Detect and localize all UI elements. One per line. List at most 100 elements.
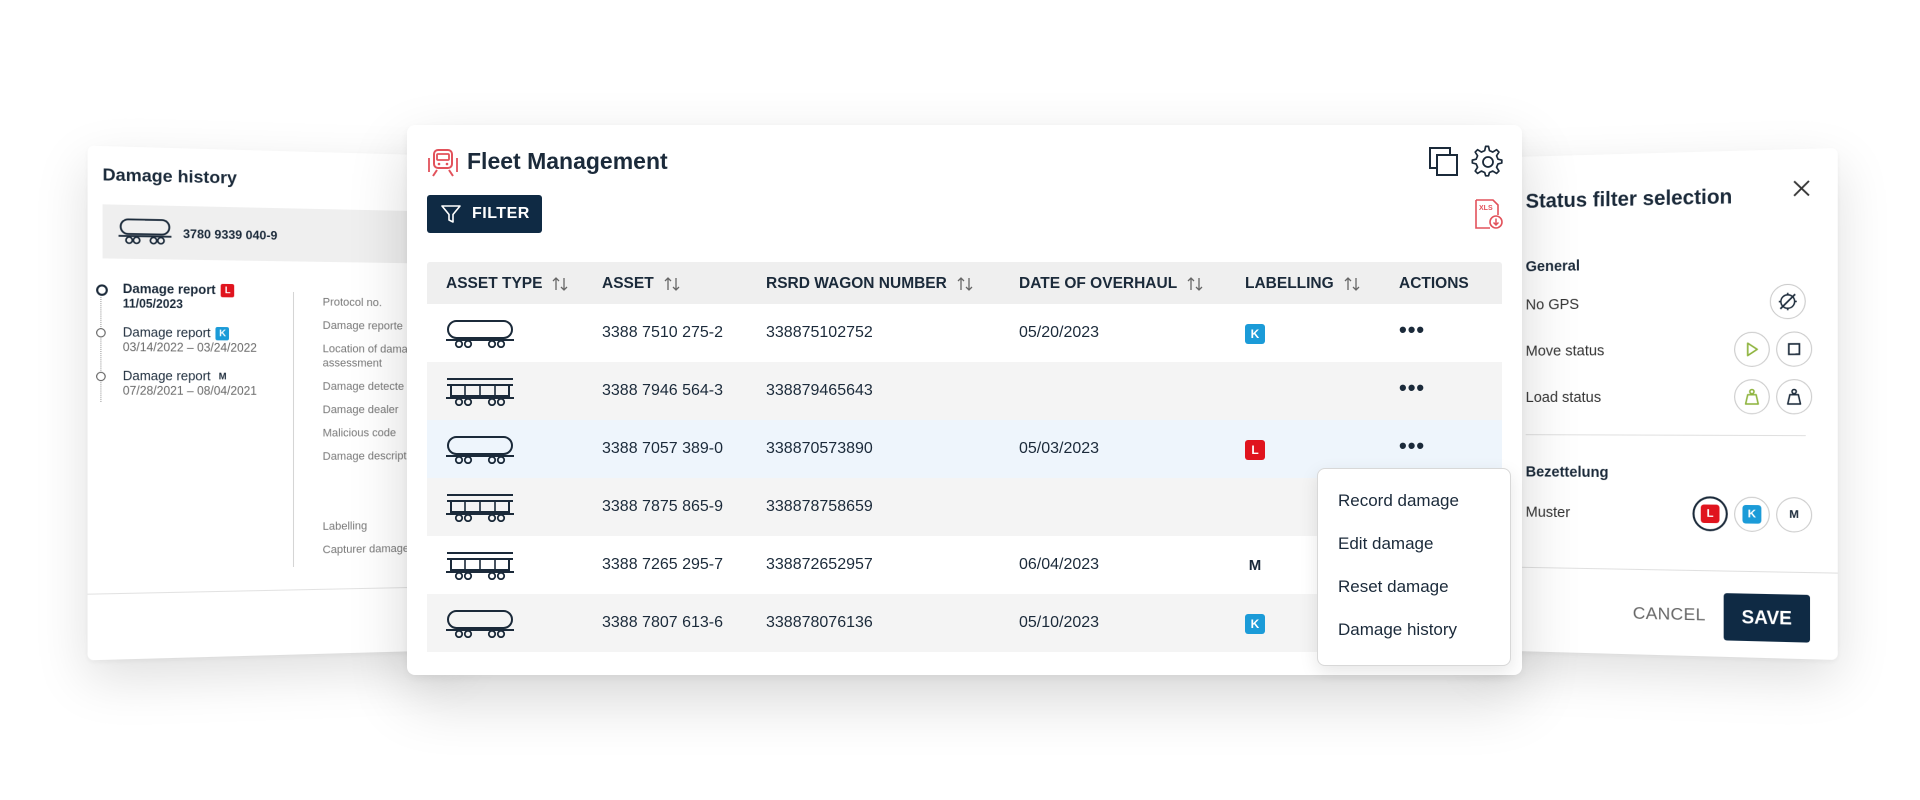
field-label: Labelling bbox=[322, 520, 368, 533]
rsrd-cell: 338878076136 bbox=[766, 614, 873, 631]
timeline-item[interactable]: Damage report L 11/05/2023 bbox=[96, 281, 291, 312]
move-status-stopped-toggle[interactable] bbox=[1776, 331, 1813, 367]
column-label: LABELLING bbox=[1245, 275, 1334, 292]
field-label: assessment bbox=[322, 357, 382, 370]
overhaul-cell: 05/10/2023 bbox=[1019, 614, 1100, 631]
move-status-label: Move status bbox=[1525, 343, 1605, 360]
column-label: RSRD WAGON NUMBER bbox=[766, 275, 947, 292]
tank-wagon-icon bbox=[446, 436, 514, 464]
field-label: Capturer damage bbox=[322, 542, 409, 557]
label-badge: K bbox=[1245, 324, 1265, 344]
play-icon bbox=[1744, 341, 1761, 358]
weight-loaded-icon bbox=[1742, 387, 1761, 406]
damage-history-panel: Damage history 3780 9339 040-9 Damage re… bbox=[87, 145, 459, 661]
muster-k-toggle[interactable]: K bbox=[1734, 496, 1770, 533]
sort-icon[interactable] bbox=[957, 277, 973, 291]
damage-timeline: Damage report L 11/05/2023 Damage report K… bbox=[96, 281, 291, 412]
panel-footer-divider bbox=[87, 586, 458, 595]
filter-button[interactable]: FILTER bbox=[427, 195, 542, 233]
column-asset-type[interactable]: ASSET TYPE bbox=[446, 275, 568, 293]
row-actions-button[interactable]: ••• bbox=[1399, 377, 1425, 399]
timeline-item-title: Damage report bbox=[122, 368, 211, 384]
sort-icon[interactable] bbox=[552, 277, 568, 291]
bezettelung-heading: Bezettelung bbox=[1525, 464, 1609, 482]
sort-icon[interactable] bbox=[1344, 277, 1360, 291]
damage-history-asset: 3780 9339 040-9 bbox=[102, 204, 459, 264]
row-actions-button[interactable]: ••• bbox=[1399, 319, 1425, 341]
timeline-item-date: 03/14/2022 – 03/24/2022 bbox=[122, 341, 257, 355]
xls-export-icon[interactable]: XLS bbox=[1473, 198, 1503, 230]
asset-cell: 3388 7057 389-0 bbox=[602, 440, 723, 457]
field-label: Damage dealer bbox=[322, 404, 399, 417]
field-label: Damage reporte bbox=[322, 319, 403, 333]
stop-icon bbox=[1787, 342, 1802, 357]
column-asset[interactable]: ASSET bbox=[602, 275, 680, 293]
label-badge: L bbox=[1245, 440, 1265, 460]
menu-item-record-damage[interactable]: Record damage bbox=[1338, 491, 1459, 511]
muster-m-toggle[interactable]: M bbox=[1776, 497, 1813, 533]
overhaul-cell: 05/03/2023 bbox=[1019, 440, 1100, 457]
no-gps-toggle[interactable] bbox=[1769, 283, 1806, 320]
table-row[interactable]: 3388 7510 275-2 338875102752 05/20/2023 … bbox=[427, 304, 1502, 362]
row-actions-button[interactable]: ••• bbox=[1399, 435, 1425, 457]
column-label: ACTIONS bbox=[1399, 275, 1469, 292]
timeline-line bbox=[100, 287, 102, 402]
asset-cell: 3388 7807 613-6 bbox=[602, 614, 723, 631]
general-heading: General bbox=[1525, 258, 1580, 276]
muster-l-toggle[interactable]: L bbox=[1692, 496, 1728, 532]
table-header: ASSET TYPE ASSET RSRD WAGON NUMBER DATE … bbox=[427, 262, 1502, 304]
hopper-wagon-icon bbox=[446, 552, 514, 580]
timeline-item-title: Damage report bbox=[122, 325, 211, 341]
close-icon[interactable] bbox=[1789, 176, 1814, 201]
footer-divider bbox=[1478, 566, 1838, 574]
asset-cell: 3388 7510 275-2 bbox=[602, 324, 723, 341]
column-date-of-overhaul[interactable]: DATE OF OVERHAUL bbox=[1019, 275, 1203, 293]
rsrd-cell: 338872652957 bbox=[766, 556, 873, 573]
timeline-dot bbox=[96, 284, 108, 296]
move-status-moving-toggle[interactable] bbox=[1734, 331, 1770, 367]
row-actions-menu: Record damage Edit damage Reset damage D… bbox=[1317, 468, 1511, 666]
field-label: Damage descript bbox=[322, 450, 407, 463]
train-logo-icon bbox=[428, 149, 458, 177]
gear-icon[interactable] bbox=[1471, 145, 1505, 179]
timeline-item-date: 07/28/2021 – 08/04/2021 bbox=[122, 385, 257, 398]
cancel-button[interactable]: CANCEL bbox=[1633, 603, 1706, 625]
rsrd-cell: 338875102752 bbox=[766, 324, 873, 341]
timeline-item[interactable]: Damage report K 03/14/2022 – 03/24/2022 bbox=[96, 325, 291, 355]
xls-label: XLS bbox=[1479, 205, 1493, 212]
table-row[interactable]: 3388 7946 564-3 338879465643 ••• bbox=[427, 362, 1502, 420]
asset-cell: 3388 7875 865-9 bbox=[602, 498, 723, 515]
load-status-empty-toggle[interactable] bbox=[1776, 379, 1813, 415]
column-label: ASSET bbox=[602, 275, 654, 292]
column-actions: ACTIONS bbox=[1399, 275, 1469, 293]
hopper-wagon-icon bbox=[446, 378, 514, 406]
menu-item-reset-damage[interactable]: Reset damage bbox=[1338, 577, 1449, 597]
rsrd-cell: 338878758659 bbox=[766, 498, 873, 515]
label-k-badge: K bbox=[1742, 504, 1762, 524]
load-status-loaded-toggle[interactable] bbox=[1734, 379, 1770, 415]
window-toggle-icon[interactable] bbox=[1427, 145, 1461, 179]
timeline-dot bbox=[96, 371, 106, 382]
sort-icon[interactable] bbox=[1187, 277, 1203, 291]
weight-empty-icon bbox=[1785, 387, 1804, 406]
rsrd-cell: 338879465643 bbox=[766, 382, 873, 399]
load-status-label: Load status bbox=[1525, 389, 1602, 407]
no-gps-icon bbox=[1777, 291, 1798, 312]
tank-wagon-icon bbox=[117, 215, 172, 245]
sort-icon[interactable] bbox=[664, 277, 680, 291]
damage-history-title: Damage history bbox=[102, 164, 237, 188]
fleet-management-panel: Fleet Management FILTER XLS ASSET TYPE A… bbox=[407, 125, 1522, 675]
column-labelling[interactable]: LABELLING bbox=[1245, 275, 1360, 293]
label-badge: L bbox=[220, 283, 235, 298]
column-label: DATE OF OVERHAUL bbox=[1019, 275, 1178, 292]
timeline-dot bbox=[96, 328, 106, 338]
timeline-item[interactable]: Damage report M 07/28/2021 – 08/04/2021 bbox=[96, 368, 291, 398]
no-gps-label: No GPS bbox=[1525, 296, 1580, 314]
menu-item-damage-history[interactable]: Damage history bbox=[1338, 620, 1457, 640]
save-button[interactable]: SAVE bbox=[1723, 593, 1811, 643]
overhaul-cell: 06/04/2023 bbox=[1019, 556, 1100, 573]
label-badge: K bbox=[1245, 614, 1265, 634]
column-rsrd-wagon-number[interactable]: RSRD WAGON NUMBER bbox=[766, 275, 973, 293]
menu-item-edit-damage[interactable]: Edit damage bbox=[1338, 534, 1433, 554]
field-label: Location of dama bbox=[322, 343, 408, 356]
